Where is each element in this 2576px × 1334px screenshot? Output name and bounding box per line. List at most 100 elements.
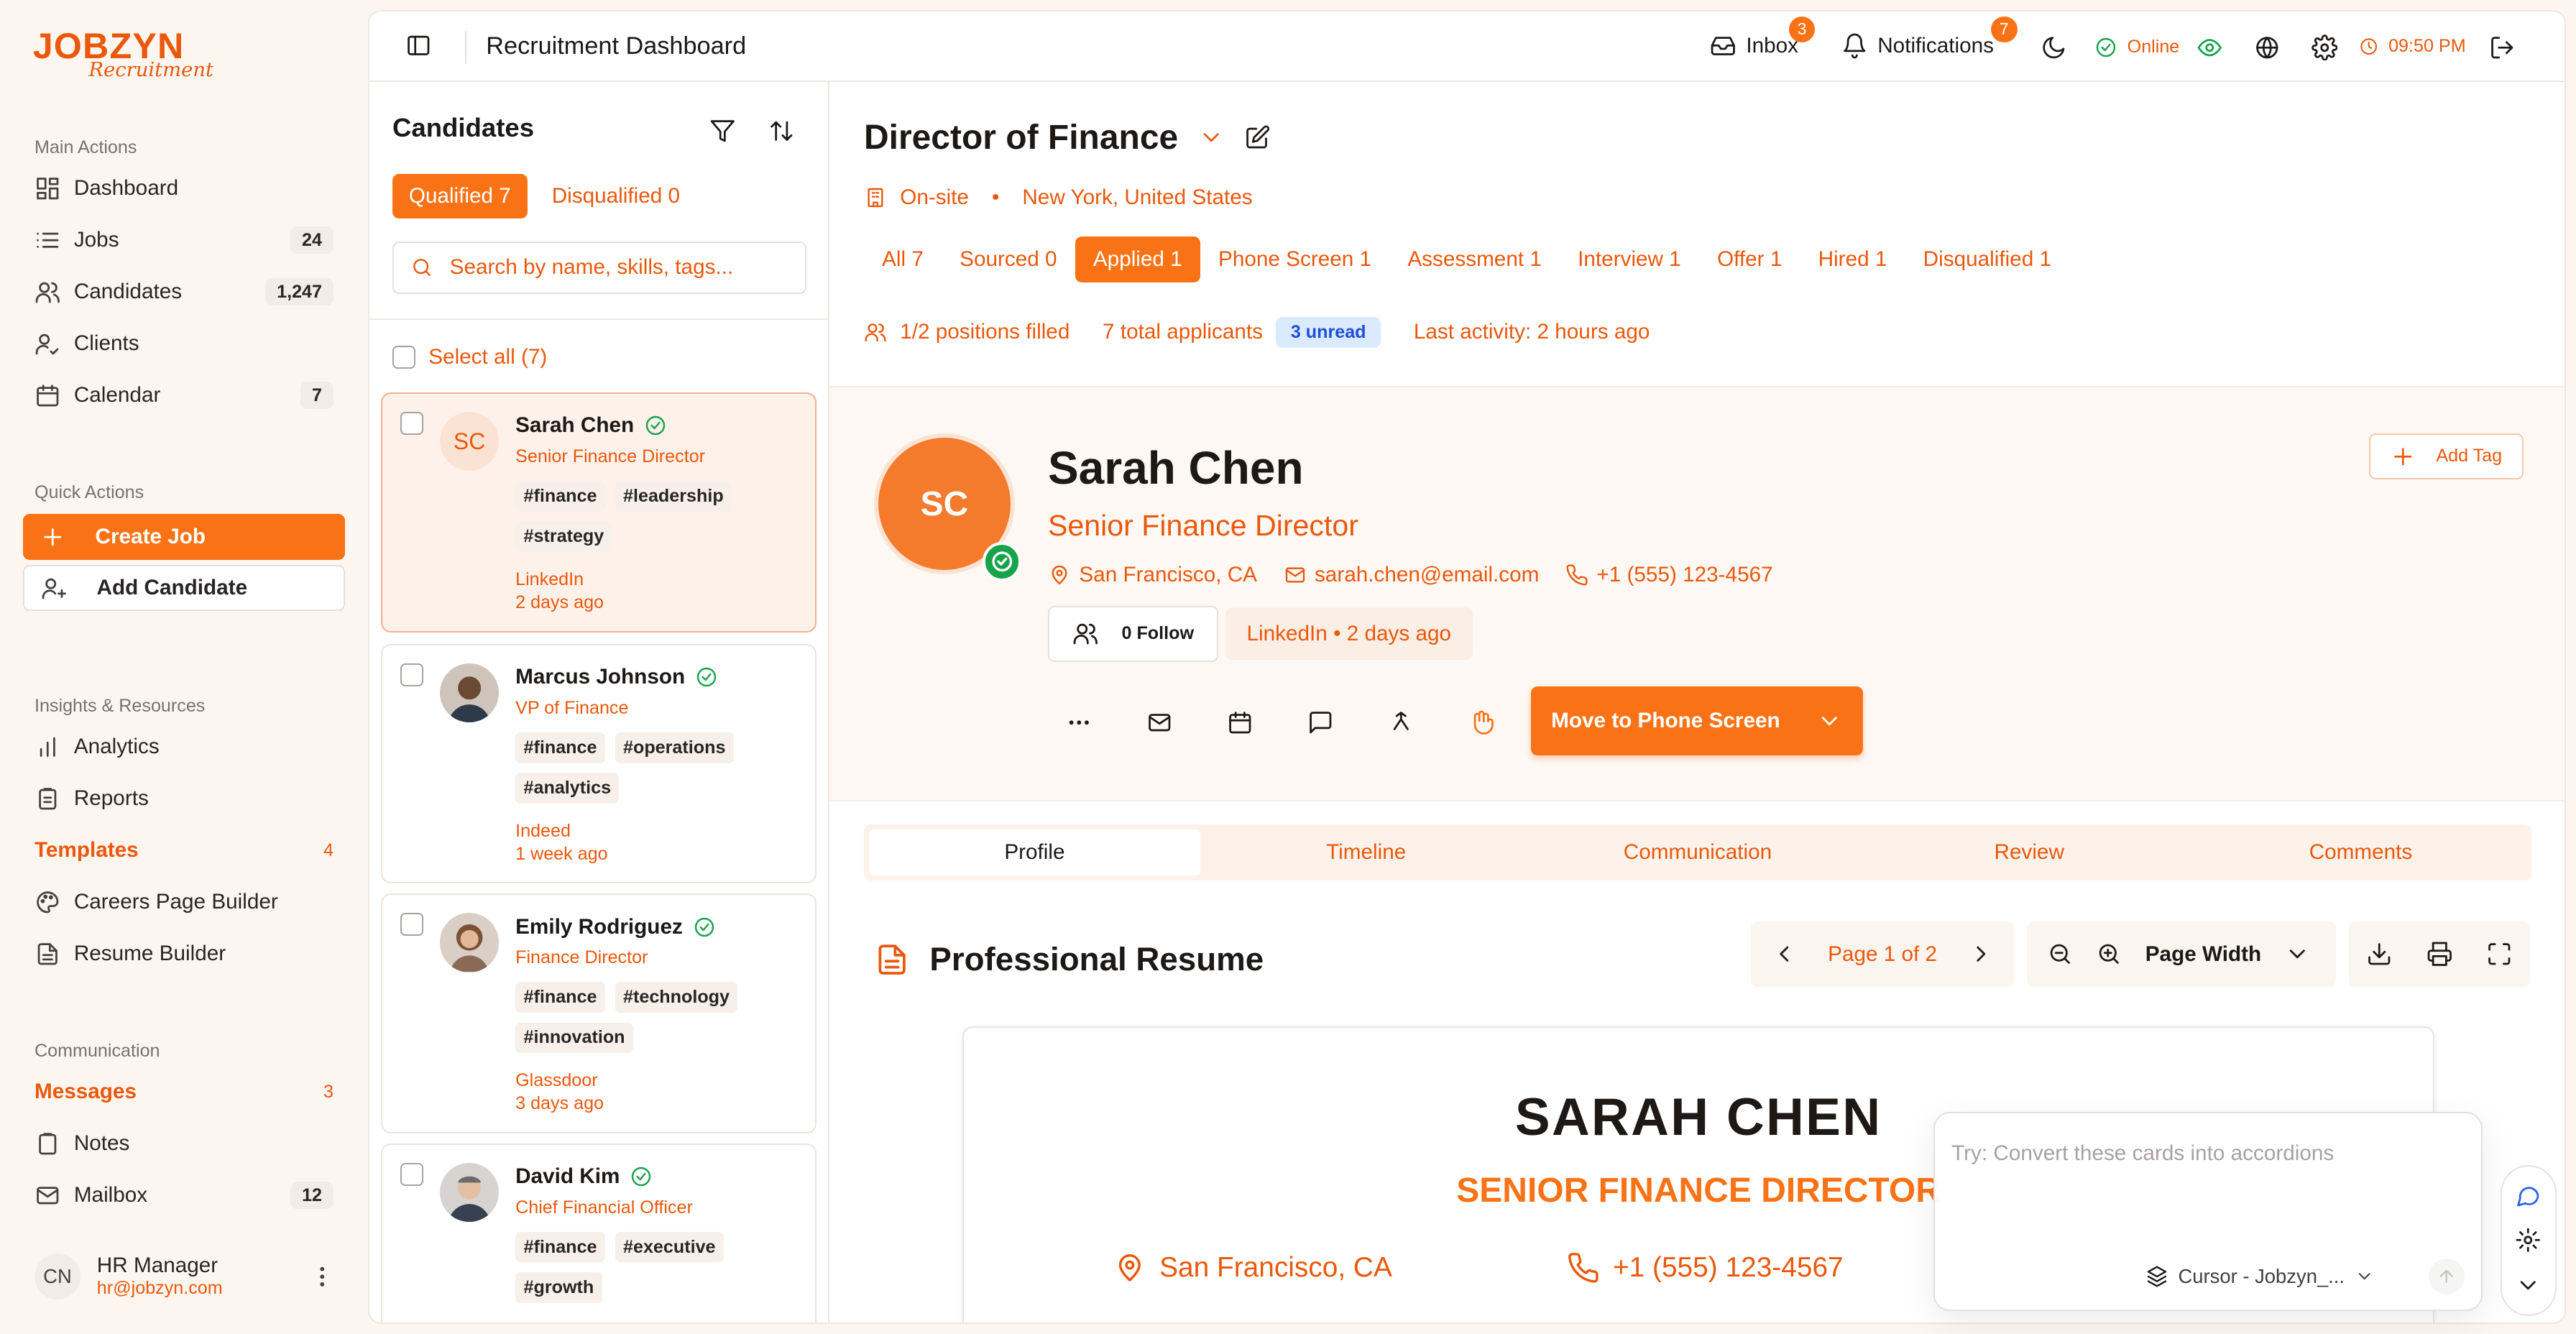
eye-icon[interactable] [2196,34,2223,61]
tab-review[interactable]: Review [1864,829,2195,875]
candidate-card[interactable]: David Kim Chief Financial Officer #finan… [380,1143,816,1323]
sidebar-item-calendar[interactable]: Calendar 7 [23,369,345,421]
sidebar-item-label: Notes [73,1131,130,1156]
insights-group: Insights & Resources Analytics Reports T… [23,691,345,980]
merge-icon[interactable] [1386,708,1416,737]
tab-comments[interactable]: Comments [2195,829,2526,875]
chevron-down-icon[interactable] [2284,941,2311,967]
job-location: New York, United States [1022,185,1253,209]
sidebar-item-resume-builder[interactable]: Resume Builder [23,928,345,980]
stage-tab[interactable]: Phone Screen 1 [1200,236,1389,282]
cube-icon [2145,1265,2168,1288]
sidebar-item-jobs[interactable]: Jobs 24 [23,214,345,266]
sidebar-item-dashboard[interactable]: Dashboard [23,162,345,214]
model-selector[interactable]: Cursor - Jobzyn_... [2145,1265,2374,1288]
insights-title: Insights & Resources [34,696,206,717]
stage-tab[interactable]: Offer 1 [1699,236,1800,282]
candidate-checkbox[interactable] [400,412,424,436]
search-input[interactable]: Search by name, skills, tags... [392,241,806,294]
phone-link[interactable]: +1 (555) 123-4567 [1565,563,1773,587]
stage-tab[interactable]: Sourced 0 [942,236,1075,282]
sidebar-item-templates[interactable]: Templates 4 [23,824,345,876]
inbox-button[interactable]: Inbox [1710,32,1798,59]
more-horizontal-icon[interactable] [1064,708,1094,737]
tab-communication[interactable]: Communication [1532,829,1863,875]
sidebar-item-notes[interactable]: Notes [23,1118,345,1169]
edit-icon[interactable] [1244,124,1271,151]
sidebar-item-messages[interactable]: Messages 3 [23,1066,345,1118]
hand-icon[interactable] [1467,708,1496,737]
chevron-down-icon[interactable] [1198,124,1225,151]
stage-tab[interactable]: Interview 1 [1560,236,1699,282]
calendar-icon[interactable] [1225,708,1255,737]
stage-tab[interactable]: Assessment 1 [1389,236,1560,282]
select-all-row[interactable]: Select all (7) [369,318,828,394]
chevron-down-icon[interactable] [2515,1272,2542,1299]
sidebar-toggle-icon[interactable] [405,32,432,59]
model-label: Cursor - Jobzyn_... [2178,1264,2345,1287]
candidate-checkbox[interactable] [400,913,424,937]
search-placeholder: Search by name, skills, tags... [449,255,734,280]
brand-logo[interactable]: JOBZYN Recruitment [33,26,213,82]
message-icon[interactable] [1306,708,1335,737]
sidebar-item-clients[interactable]: Clients [23,318,345,369]
candidate-card[interactable]: Emily Rodriguez Finance Director #financ… [380,893,816,1133]
avatar: SC [439,412,500,472]
stage-tab[interactable]: Hired 1 [1800,236,1905,282]
sidebar-item-candidates[interactable]: Candidates 1,247 [23,266,345,318]
send-button[interactable] [2428,1258,2465,1294]
filter-icon[interactable] [709,118,736,144]
action-icons [1064,708,1496,737]
download-icon[interactable] [2366,941,2393,967]
candidate-name-row: David Kim [515,1164,653,1189]
quick-actions-group: Quick Actions Create Job Add Candidate [22,478,345,612]
tab-disqualified[interactable]: Disqualified 0 [552,174,680,218]
chat-icon[interactable] [2515,1182,2542,1209]
mail-icon[interactable] [1145,708,1174,737]
tab-qualified[interactable]: Qualified 7 [392,173,528,218]
notifications-button[interactable]: Notifications [1841,32,1994,59]
add-candidate-button[interactable]: Add Candidate [22,565,345,612]
stage-tab[interactable]: All 7 [864,236,942,282]
gear-icon[interactable] [2311,34,2338,61]
zoom-select[interactable]: Page Width [2145,942,2261,967]
create-job-button[interactable]: Create Job [22,514,345,561]
sidebar-item-label: Reports [73,786,149,811]
gear-icon[interactable] [2515,1227,2542,1254]
select-all-checkbox[interactable] [392,345,415,369]
stage-tab[interactable]: Disqualified 1 [1905,236,2070,282]
chevron-left-icon[interactable] [1771,941,1798,967]
bell-icon [1841,32,1868,59]
globe-icon[interactable] [2254,34,2281,61]
chevron-right-icon[interactable] [1968,941,1995,967]
logout-icon[interactable] [2489,34,2516,61]
fullscreen-icon[interactable] [2486,941,2513,967]
zoom-out-icon[interactable] [2047,941,2074,967]
candidate-name: David Kim [515,1164,620,1188]
stage-tab-active[interactable]: Applied 1 [1075,236,1200,282]
sidebar-item-careers-page-builder[interactable]: Careers Page Builder [23,876,345,928]
contact-row: San Francisco, CA sarah.chen@email.com +… [1048,563,1773,587]
candidate-checkbox[interactable] [400,1162,424,1186]
user-profile[interactable]: CN HR Manager hr@jobzyn.com [23,1246,345,1308]
candidate-checkbox[interactable] [400,663,424,686]
sidebar-item-analytics[interactable]: Analytics [23,721,345,773]
moon-icon[interactable] [2041,34,2067,61]
follow-button[interactable]: 0 Follow [1047,605,1218,662]
candidates-panel: Candidates Qualified 7 Disqualified 0 Se… [369,81,829,1323]
tab-timeline[interactable]: Timeline [1200,829,1532,875]
candidate-card[interactable]: SC Sarah Chen Senior Finance Director #f… [380,392,816,632]
sort-icon[interactable] [768,118,795,144]
zoom-in-icon[interactable] [2096,941,2122,967]
more-vertical-icon[interactable] [309,1264,336,1290]
sidebar-item-mailbox[interactable]: Mailbox 12 [23,1169,345,1221]
candidate-name: Marcus Johnson [515,665,686,689]
ai-assistant-input[interactable]: Try: Convert these cards into accordions… [1933,1112,2483,1311]
candidate-card[interactable]: Marcus Johnson VP of Finance #finance #o… [380,643,816,884]
tab-profile[interactable]: Profile [868,829,1201,875]
print-icon[interactable] [2426,941,2453,967]
sidebar-item-reports[interactable]: Reports [23,773,345,824]
move-to-stage-button[interactable]: Move to Phone Screen [1530,686,1863,755]
email-link[interactable]: sarah.chen@email.com [1284,563,1539,587]
add-tag-button[interactable]: Add Tag [2368,433,2524,479]
